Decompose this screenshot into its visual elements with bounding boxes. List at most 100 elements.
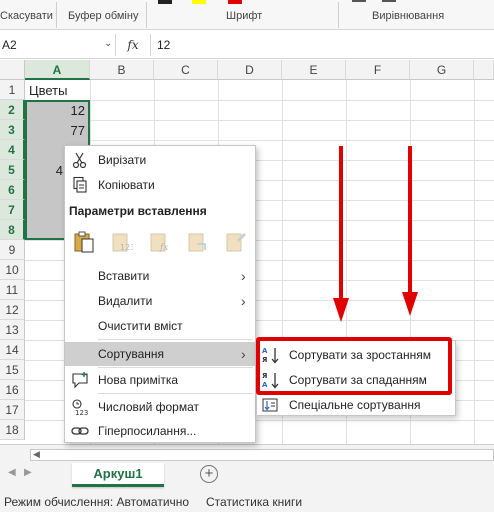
menu-cut[interactable]: Вирізати [65,148,255,172]
status-bar: Режим обчислення: Автоматично Статистика… [0,490,494,512]
workbook-statistics[interactable]: Статистика книги [206,495,302,509]
paste-formatting-icon[interactable] [225,230,247,254]
row-header-17[interactable]: 17 [0,400,25,420]
chevron-right-icon: › [241,268,246,284]
context-menu: Вирізати Копіювати Параметри вставлення … [64,145,256,443]
copy-icon [73,176,87,193]
row-header-4[interactable]: 4 [0,140,25,160]
row-header-7[interactable]: 7 [0,200,25,220]
formula-bar: A2 ⌄ fx 12 [0,31,494,59]
svg-text:fx: fx [159,243,168,253]
column-header-f[interactable]: F [346,60,410,80]
menu-hyperlink[interactable]: Гіперпосилання... [65,419,255,443]
chevron-right-icon: › [241,293,246,309]
scissors-icon [72,152,87,169]
chevron-down-icon[interactable]: ⌄ [104,38,112,49]
menu-sort[interactable]: Сортування › [65,342,255,366]
select-all-corner[interactable] [0,60,25,80]
column-header-d[interactable]: D [218,60,282,80]
svg-text:123: 123 [75,409,88,416]
ribbon-group-alignment[interactable]: Вирівнювання [372,10,444,22]
paste-options-heading: Параметри вставлення [69,204,207,218]
column-header-h[interactable] [474,60,494,80]
align-center-icon[interactable] [382,0,396,2]
calculation-mode-status[interactable]: Режим обчислення: Автоматично [4,495,189,509]
paste-formulas-icon[interactable]: fx [149,230,171,254]
ribbon-group-clipboard[interactable]: Буфер обміну [68,10,138,22]
sheet-tab-bar: ◀ ◀ ▶ Аркуш1 + [0,444,494,490]
gridline [25,100,494,101]
chevron-right-icon: › [241,346,246,362]
menu-sort-label: Сортування [98,347,165,361]
row-header-15[interactable]: 15 [0,360,25,380]
column-header-g[interactable]: G [410,60,474,80]
cell-a5[interactable]: 4 [26,161,66,181]
menu-new-note[interactable]: Нова примітка [65,368,255,392]
gridline [25,120,494,121]
menu-copy[interactable]: Копіювати [65,173,255,197]
row-header-14[interactable]: 14 [0,340,25,360]
column-header-a[interactable]: A [25,60,90,80]
ribbon: Скасувати Буфер обміну Шрифт Вирівнюванн… [0,0,494,30]
ribbon-separator [56,2,57,28]
note-icon [72,372,88,389]
insert-function-button[interactable]: fx [122,35,144,55]
menu-delete[interactable]: Видалити › [65,289,255,313]
custom-sort-label: Спеціальне сортування [289,398,421,412]
menu-insert[interactable]: Вставити › [65,264,255,288]
row-header-12[interactable]: 12 [0,300,25,320]
sheet-next-icon[interactable]: ▶ [24,467,32,478]
row-header-11[interactable]: 11 [0,280,25,300]
font-underline-icon[interactable] [158,0,172,4]
column-header-c[interactable]: C [154,60,218,80]
row-header-10[interactable]: 10 [0,260,25,280]
row-header-9[interactable]: 9 [0,240,25,260]
row-header-1[interactable]: 1 [0,80,25,100]
custom-sort-icon [262,398,278,412]
menu-separator [98,339,253,340]
row-header-16[interactable]: 16 [0,380,25,400]
sheet-tab-active[interactable]: Аркуш1 [72,463,164,487]
paste-values-icon[interactable]: 123 [111,230,133,254]
column-header-e[interactable]: E [282,60,346,80]
custom-sort[interactable]: Спеціальне сортування [257,393,455,417]
row-header-13[interactable]: 13 [0,320,25,340]
scroll-left-icon[interactable]: ◀ [33,449,40,460]
ribbon-group-font[interactable]: Шрифт [226,10,262,22]
cell-a1[interactable]: Цветы [26,81,90,101]
menu-cut-label: Вирізати [98,153,147,167]
row-header-5[interactable]: 5 [0,160,25,180]
cell-a3[interactable]: 77 [26,121,88,141]
ribbon-separator [338,2,339,28]
row-header-8[interactable]: 8 [0,220,25,240]
menu-new-note-label: Нова примітка [98,373,179,387]
align-left-icon[interactable] [352,0,366,2]
annotation-highlight-box [256,337,452,395]
paste-transpose-icon[interactable] [187,230,209,254]
ribbon-separator [146,2,147,28]
link-icon [71,427,89,435]
menu-number-format[interactable]: 123 Числовий формат [65,395,255,419]
svg-text:123: 123 [120,243,133,252]
row-header-18[interactable]: 18 [0,420,25,440]
highlight-color-icon[interactable] [192,0,206,4]
ribbon-group-undo[interactable]: Скасувати [0,10,53,22]
horizontal-scrollbar[interactable]: ◀ [30,449,494,461]
column-header-b[interactable]: B [90,60,154,80]
row-header-2[interactable]: 2 [0,100,25,120]
formula-input[interactable]: 12 [150,34,490,56]
row-header-6[interactable]: 6 [0,180,25,200]
row-header-3[interactable]: 3 [0,120,25,140]
menu-clear-label: Очистити вміст [98,319,183,333]
sheet-prev-icon[interactable]: ◀ [8,467,16,478]
cell-a2[interactable]: 12 [26,101,88,121]
add-sheet-button[interactable]: + [200,465,218,483]
gridline [474,80,475,444]
menu-clear-contents[interactable]: Очистити вміст [65,314,255,338]
number-format-icon: 123 [72,399,88,416]
menu-hyperlink-label: Гіперпосилання... [98,424,197,438]
menu-separator [98,393,253,394]
paste-icon[interactable] [73,230,95,254]
font-color-icon[interactable] [228,0,242,4]
name-box[interactable]: A2 [0,34,116,56]
